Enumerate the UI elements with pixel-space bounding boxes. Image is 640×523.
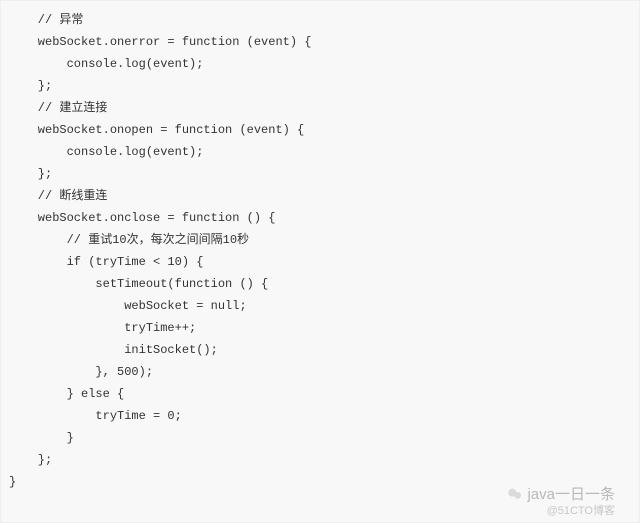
code-line: // 断线重连 xyxy=(1,185,639,207)
watermark-main: java一日一条 xyxy=(527,483,615,504)
code-line: tryTime = 0; xyxy=(1,405,639,427)
watermark: java一日一条 @51CTO博客 xyxy=(507,483,615,504)
code-line: // 异常 xyxy=(1,9,639,31)
code-line: // 建立连接 xyxy=(1,97,639,119)
code-line: if (tryTime < 10) { xyxy=(1,251,639,273)
code-lines-container: // 异常 webSocket.onerror = function (even… xyxy=(1,9,639,493)
code-line: webSocket.onerror = function (event) { xyxy=(1,31,639,53)
code-line: console.log(event); xyxy=(1,53,639,75)
code-line: }; xyxy=(1,163,639,185)
code-line: console.log(event); xyxy=(1,141,639,163)
code-line: tryTime++; xyxy=(1,317,639,339)
code-line: }; xyxy=(1,75,639,97)
code-line: } xyxy=(1,427,639,449)
code-snippet: // 异常 webSocket.onerror = function (even… xyxy=(0,0,640,523)
code-line: }, 500); xyxy=(1,361,639,383)
code-line: webSocket.onclose = function () { xyxy=(1,207,639,229)
code-line: webSocket.onopen = function (event) { xyxy=(1,119,639,141)
wechat-icon xyxy=(507,486,523,502)
watermark-sub: @51CTO博客 xyxy=(547,502,615,518)
code-line: webSocket = null; xyxy=(1,295,639,317)
code-line: } else { xyxy=(1,383,639,405)
code-line: setTimeout(function () { xyxy=(1,273,639,295)
code-line: initSocket(); xyxy=(1,339,639,361)
code-line: }; xyxy=(1,449,639,471)
code-line: // 重试10次，每次之间间隔10秒 xyxy=(1,229,639,251)
